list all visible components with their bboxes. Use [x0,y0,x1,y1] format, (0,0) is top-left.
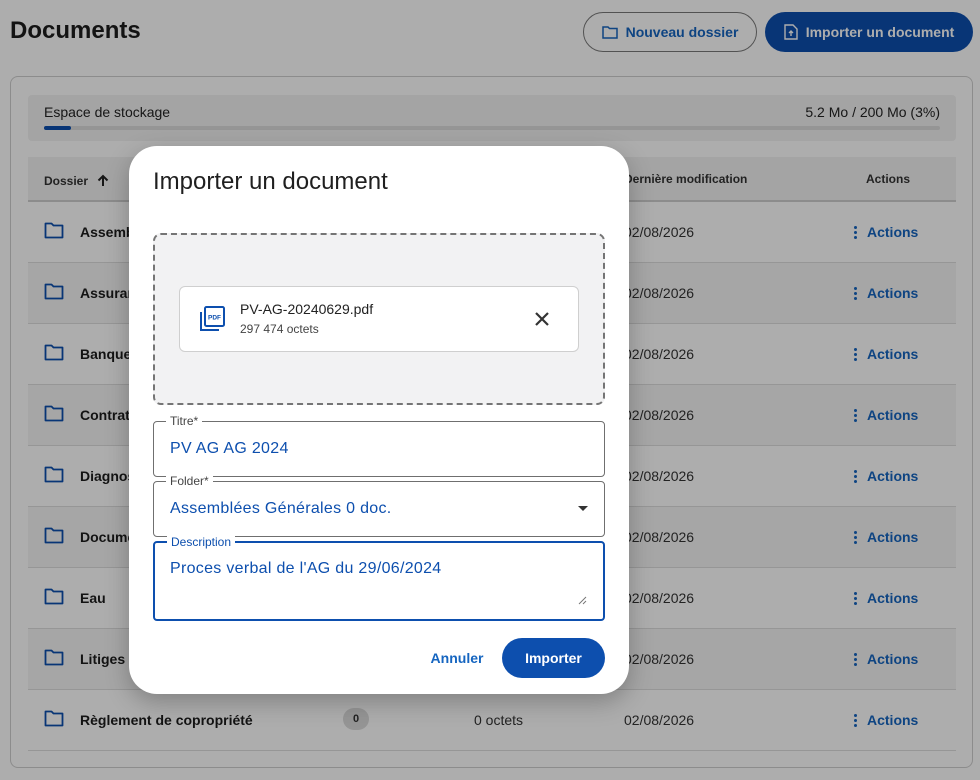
svg-text:PDF: PDF [208,315,221,322]
selected-file-card: PDF PV-AG-20240629.pdf 297 474 octets [179,286,579,352]
file-size: 297 474 octets [240,322,319,336]
file-name: PV-AG-20240629.pdf [240,301,374,317]
folder-select[interactable]: Folder* Assemblées Générales 0 doc. [153,474,605,537]
file-dropzone[interactable]: PDF PV-AG-20240629.pdf 297 474 octets [153,233,605,405]
dropdown-arrow-icon [578,506,588,511]
description-field[interactable]: Description Proces verbal de l'AG du 29/… [153,535,605,621]
description-field-label: Description [167,535,236,549]
title-field[interactable]: Titre* PV AG AG 2024 [153,414,605,477]
folder-select-value: Assemblées Générales 0 doc. [170,500,392,517]
folder-select-label: Folder* [166,474,213,488]
title-field-value: PV AG AG 2024 [170,440,289,457]
remove-file-icon[interactable] [532,309,552,329]
title-field-label: Titre* [166,414,203,428]
resize-handle-icon[interactable] [577,595,587,605]
import-submit-button[interactable]: Importer [502,638,605,678]
import-dialog: Importer un document PDF PV-AG-20240629.… [129,146,629,694]
description-field-value: Proces verbal de l'AG du 29/06/2024 [170,560,442,577]
cancel-button[interactable]: Annuler [422,640,492,676]
pdf-file-icon: PDF [200,306,225,331]
dialog-title: Importer un document [153,168,388,195]
